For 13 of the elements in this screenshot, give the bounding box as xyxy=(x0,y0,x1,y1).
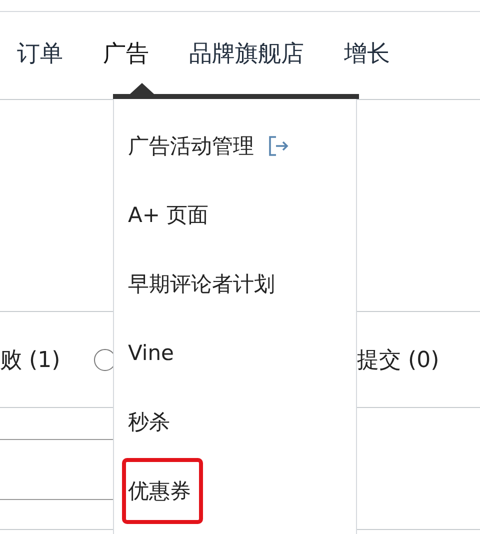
menu-item[interactable]: 早期评论者计划 xyxy=(122,250,287,316)
menu-item[interactable]: 优惠券 xyxy=(122,458,203,524)
menu-item[interactable]: 广告活动管理 xyxy=(122,112,302,178)
nav-tab[interactable]: 增长 xyxy=(344,38,390,69)
nav-tab[interactable]: 订单 xyxy=(17,38,63,69)
external-link-icon xyxy=(266,134,290,158)
filter-label: 败 (1) xyxy=(0,346,60,374)
menu-item[interactable]: Vine xyxy=(122,320,186,386)
nav-tab[interactable]: 品牌旗舰店 xyxy=(189,38,304,69)
nav-tab[interactable]: 广告 xyxy=(103,38,149,69)
menu-item[interactable]: A+ 页面 xyxy=(122,182,221,248)
menu-item[interactable]: 秒杀 xyxy=(122,388,182,454)
filter-label: 提交 (0) xyxy=(357,346,440,374)
